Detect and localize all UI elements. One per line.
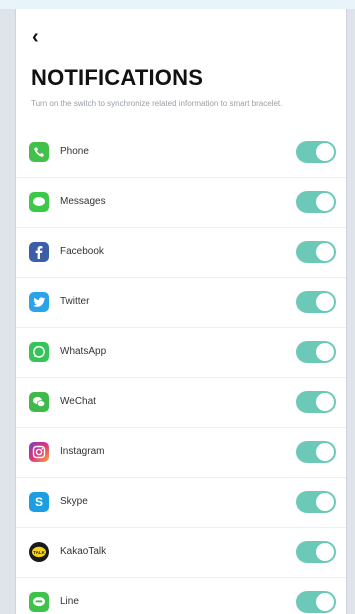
list-item-messages: Messages [16, 178, 346, 228]
list-item-wechat: WeChat [16, 378, 346, 428]
skype-icon: S [29, 492, 49, 512]
toggle-knob [316, 243, 334, 261]
list-item-instagram: Instagram [16, 428, 346, 478]
app-label: KakaoTalk [60, 546, 107, 557]
instagram-toggle[interactable] [296, 441, 336, 463]
app-label: Phone [60, 146, 89, 157]
facebook-icon [29, 242, 49, 262]
messages-toggle[interactable] [296, 191, 336, 213]
list-item-whatsapp: WhatsApp [16, 328, 346, 378]
app-label: Messages [60, 196, 106, 207]
toggle-knob [316, 493, 334, 511]
whatsapp-icon [29, 342, 49, 362]
list-item-skype: S Skype [16, 478, 346, 528]
app-label: Facebook [60, 246, 104, 257]
app-notification-list: Phone Messages Facebook Twitter WhatsApp… [16, 128, 346, 614]
list-item-twitter: Twitter [16, 278, 346, 328]
toggle-knob [316, 543, 334, 561]
kakaotalk-toggle[interactable] [296, 541, 336, 563]
toggle-knob [316, 143, 334, 161]
notifications-screen: ‹ NOTIFICATIONS Turn on the switch to sy… [15, 9, 347, 614]
instagram-icon [29, 442, 49, 462]
toggle-knob [316, 293, 334, 311]
app-label: Line [60, 596, 79, 607]
kakaotalk-icon: TALK [29, 542, 49, 562]
toggle-knob [316, 343, 334, 361]
toggle-knob [316, 443, 334, 461]
list-item-phone: Phone [16, 128, 346, 178]
message-bubble-icon [29, 192, 49, 212]
wechat-toggle[interactable] [296, 391, 336, 413]
svg-text:TALK: TALK [33, 550, 45, 555]
app-label: Instagram [60, 446, 105, 457]
app-label: WhatsApp [60, 346, 107, 357]
line-icon [29, 592, 49, 612]
wechat-icon [29, 392, 49, 412]
toggle-knob [316, 393, 334, 411]
twitter-icon [29, 292, 49, 312]
app-label: Twitter [60, 296, 90, 307]
app-label: WeChat [60, 396, 96, 407]
whatsapp-toggle[interactable] [296, 341, 336, 363]
twitter-toggle[interactable] [296, 291, 336, 313]
phone-toggle[interactable] [296, 141, 336, 163]
page-subtitle: Turn on the switch to synchronize relate… [31, 99, 283, 108]
phone-icon [29, 142, 49, 162]
back-button[interactable]: ‹ [32, 27, 52, 47]
toggle-knob [316, 193, 334, 211]
app-label: Skype [60, 496, 88, 507]
list-item-line: Line [16, 578, 346, 614]
chevron-left-icon: ‹ [32, 26, 39, 48]
skype-toggle[interactable] [296, 491, 336, 513]
list-item-kakaotalk: TALK KakaoTalk [16, 528, 346, 578]
list-item-facebook: Facebook [16, 228, 346, 278]
facebook-toggle[interactable] [296, 241, 336, 263]
line-toggle[interactable] [296, 591, 336, 613]
status-strip [0, 0, 355, 9]
page-title: NOTIFICATIONS [31, 65, 204, 90]
toggle-knob [316, 593, 334, 611]
